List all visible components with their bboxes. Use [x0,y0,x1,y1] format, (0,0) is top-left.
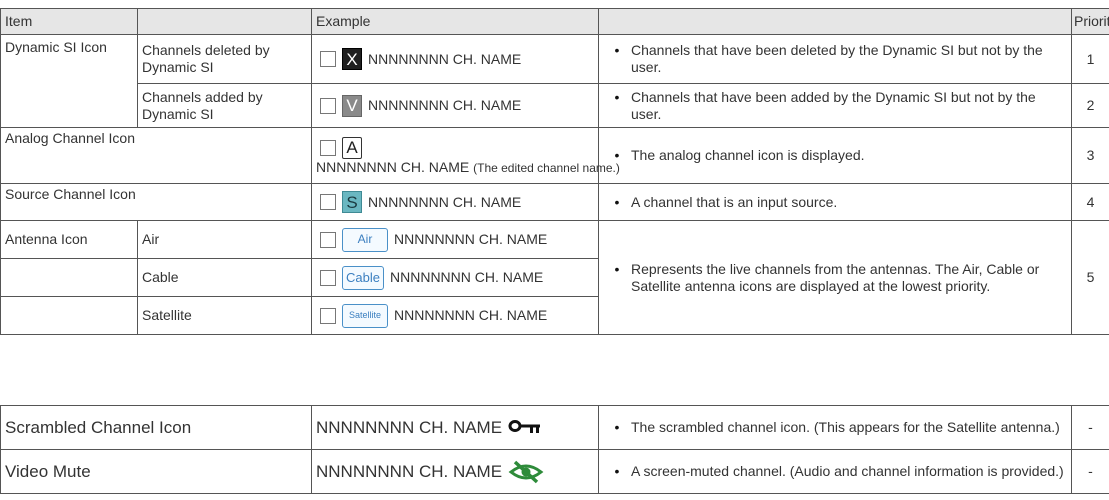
satellite-antenna-icon: Satellite [342,303,388,328]
description-cell: • Channels that have been added by the D… [598,83,1072,128]
description-text: Channels that have been deleted by the D… [631,42,1043,75]
example-text: NNNNNNNN CH. NAME [316,418,503,437]
priority-value: 3 [1071,127,1109,184]
eye-slash-icon [508,460,544,483]
extra-icon-table: Scrambled Channel Icon NNNNNNNN CH. NAME… [0,405,1109,494]
priority-value: 1 [1071,34,1109,84]
example-text: NNNNNNNN CH. NAME [394,231,548,247]
antenna-blank [0,258,138,297]
bullet-icon: • [614,147,620,163]
analog-label: Analog Channel Icon [0,127,312,184]
dynamic-si-label: Dynamic SI Icon [0,34,138,128]
table-row: Dynamic SI Icon Channels deleted by Dyna… [0,34,1109,128]
table-row: Video Mute NNNNNNNN CH. NAME • A screen-… [0,449,1109,494]
example-text: NNNNNNNN CH. NAME [368,193,522,210]
bullet-icon: • [614,260,620,277]
table-row: Analog Channel Icon A NNNNNNNN CH. NAME … [0,127,1109,184]
example-cell: X NNNNNNNN CH. NAME [311,34,599,84]
example-text: NNNNNNNN CH. NAME [390,269,544,285]
table-row: Antenna Icon Air Air NNNNNNNN CH. NAME •… [0,220,1109,335]
priority-value: 2 [1071,83,1109,128]
description-cell: • A channel that is an input source. [598,183,1072,221]
example-cell: V NNNNNNNN CH. NAME [311,83,599,128]
table-row: Channels added by Dynamic SI V NNNNNNNN … [1,83,1109,128]
dynamic-si-added-label: Channels added by Dynamic SI [137,83,312,128]
priority-value: - [1071,449,1109,494]
header-example: Example [311,8,599,35]
source-label: Source Channel Icon [0,183,312,221]
header-priority: Priority [1071,8,1109,35]
description-text: The scrambled channel icon. (This appear… [631,419,1060,435]
checkbox-icon [320,97,336,114]
channel-icon-table: Item Example Priority Dynamic SI Icon Ch… [0,8,1109,335]
checkbox-icon [320,269,336,286]
bullet-icon: • [614,193,620,210]
example-text: NNNNNNNN CH. NAME [368,50,522,67]
description-cell: • A screen-muted channel. (Audio and cha… [598,449,1072,494]
description-cell: • The scrambled channel icon. (This appe… [598,405,1072,450]
example-text: NNNNNNNN CH. NAME [316,158,470,175]
checkbox-icon [320,231,336,248]
header-sub [137,8,312,35]
video-mute-label: Video Mute [0,449,312,494]
table-header: Item Example Priority [0,8,1109,35]
example-text: NNNNNNNN CH. NAME [368,97,522,113]
antenna-cable-label: Cable [137,258,312,297]
priority-value: 4 [1071,183,1109,221]
example-cell: A NNNNNNNN CH. NAME (The edited channel … [311,127,620,184]
key-icon [508,419,541,433]
bullet-icon: • [614,419,620,435]
checkbox-icon [320,307,336,324]
example-text: NNNNNNNN CH. NAME [316,462,503,481]
description-text: Channels that have been added by the Dyn… [631,88,1036,122]
description-text: Represents the live channels from the an… [631,260,1040,294]
antenna-satellite-label: Satellite [137,296,312,335]
example-cell: S NNNNNNNN CH. NAME [311,183,599,221]
cable-antenna-icon: Cable [342,265,384,290]
added-v-icon: V [342,94,362,117]
dynamic-si-deleted-label: Channels deleted by Dynamic SI [137,34,312,84]
description-cell: • The analog channel icon is displayed. [598,127,1072,184]
checkbox-icon [320,139,336,156]
description-text: A channel that is an input source. [631,193,838,210]
deleted-x-icon: X [342,48,362,70]
bullet-icon: • [614,463,620,479]
source-s-icon: S [342,191,362,213]
header-item: Item [0,8,138,35]
antenna-label: Antenna Icon [0,220,138,259]
example-cell: NNNNNNNN CH. NAME [311,405,599,450]
table-row: Scrambled Channel Icon NNNNNNNN CH. NAME… [0,405,1109,450]
checkbox-icon [320,194,336,210]
header-description [598,8,1072,35]
table-row: Source Channel Icon S NNNNNNNN CH. NAME … [0,183,1109,221]
checkbox-icon [320,51,336,67]
antenna-air-label: Air [137,220,312,259]
description-text: A screen-muted channel. (Audio and chann… [631,463,1064,479]
example-cell: Air NNNNNNNN CH. NAME [311,220,599,259]
description-text: The analog channel icon is displayed. [631,147,865,163]
bullet-icon: • [614,88,620,105]
analog-a-icon: A [342,136,362,159]
example-cell: Cable NNNNNNNN CH. NAME [311,258,599,297]
description-cell: • Represents the live channels from the … [598,220,1072,335]
bullet-icon: • [614,42,620,58]
priority-value: 5 [1071,220,1109,335]
antenna-blank [0,296,138,335]
description-cell: • Channels that have been deleted by the… [598,34,1072,84]
air-antenna-icon: Air [342,227,388,252]
example-note: (The edited channel name.) [473,160,620,175]
example-text: NNNNNNNN CH. NAME [394,307,548,323]
example-cell: NNNNNNNN CH. NAME [311,449,599,494]
priority-value: - [1071,405,1109,450]
scrambled-label: Scrambled Channel Icon [0,405,312,450]
example-cell: Satellite NNNNNNNN CH. NAME [311,296,599,335]
